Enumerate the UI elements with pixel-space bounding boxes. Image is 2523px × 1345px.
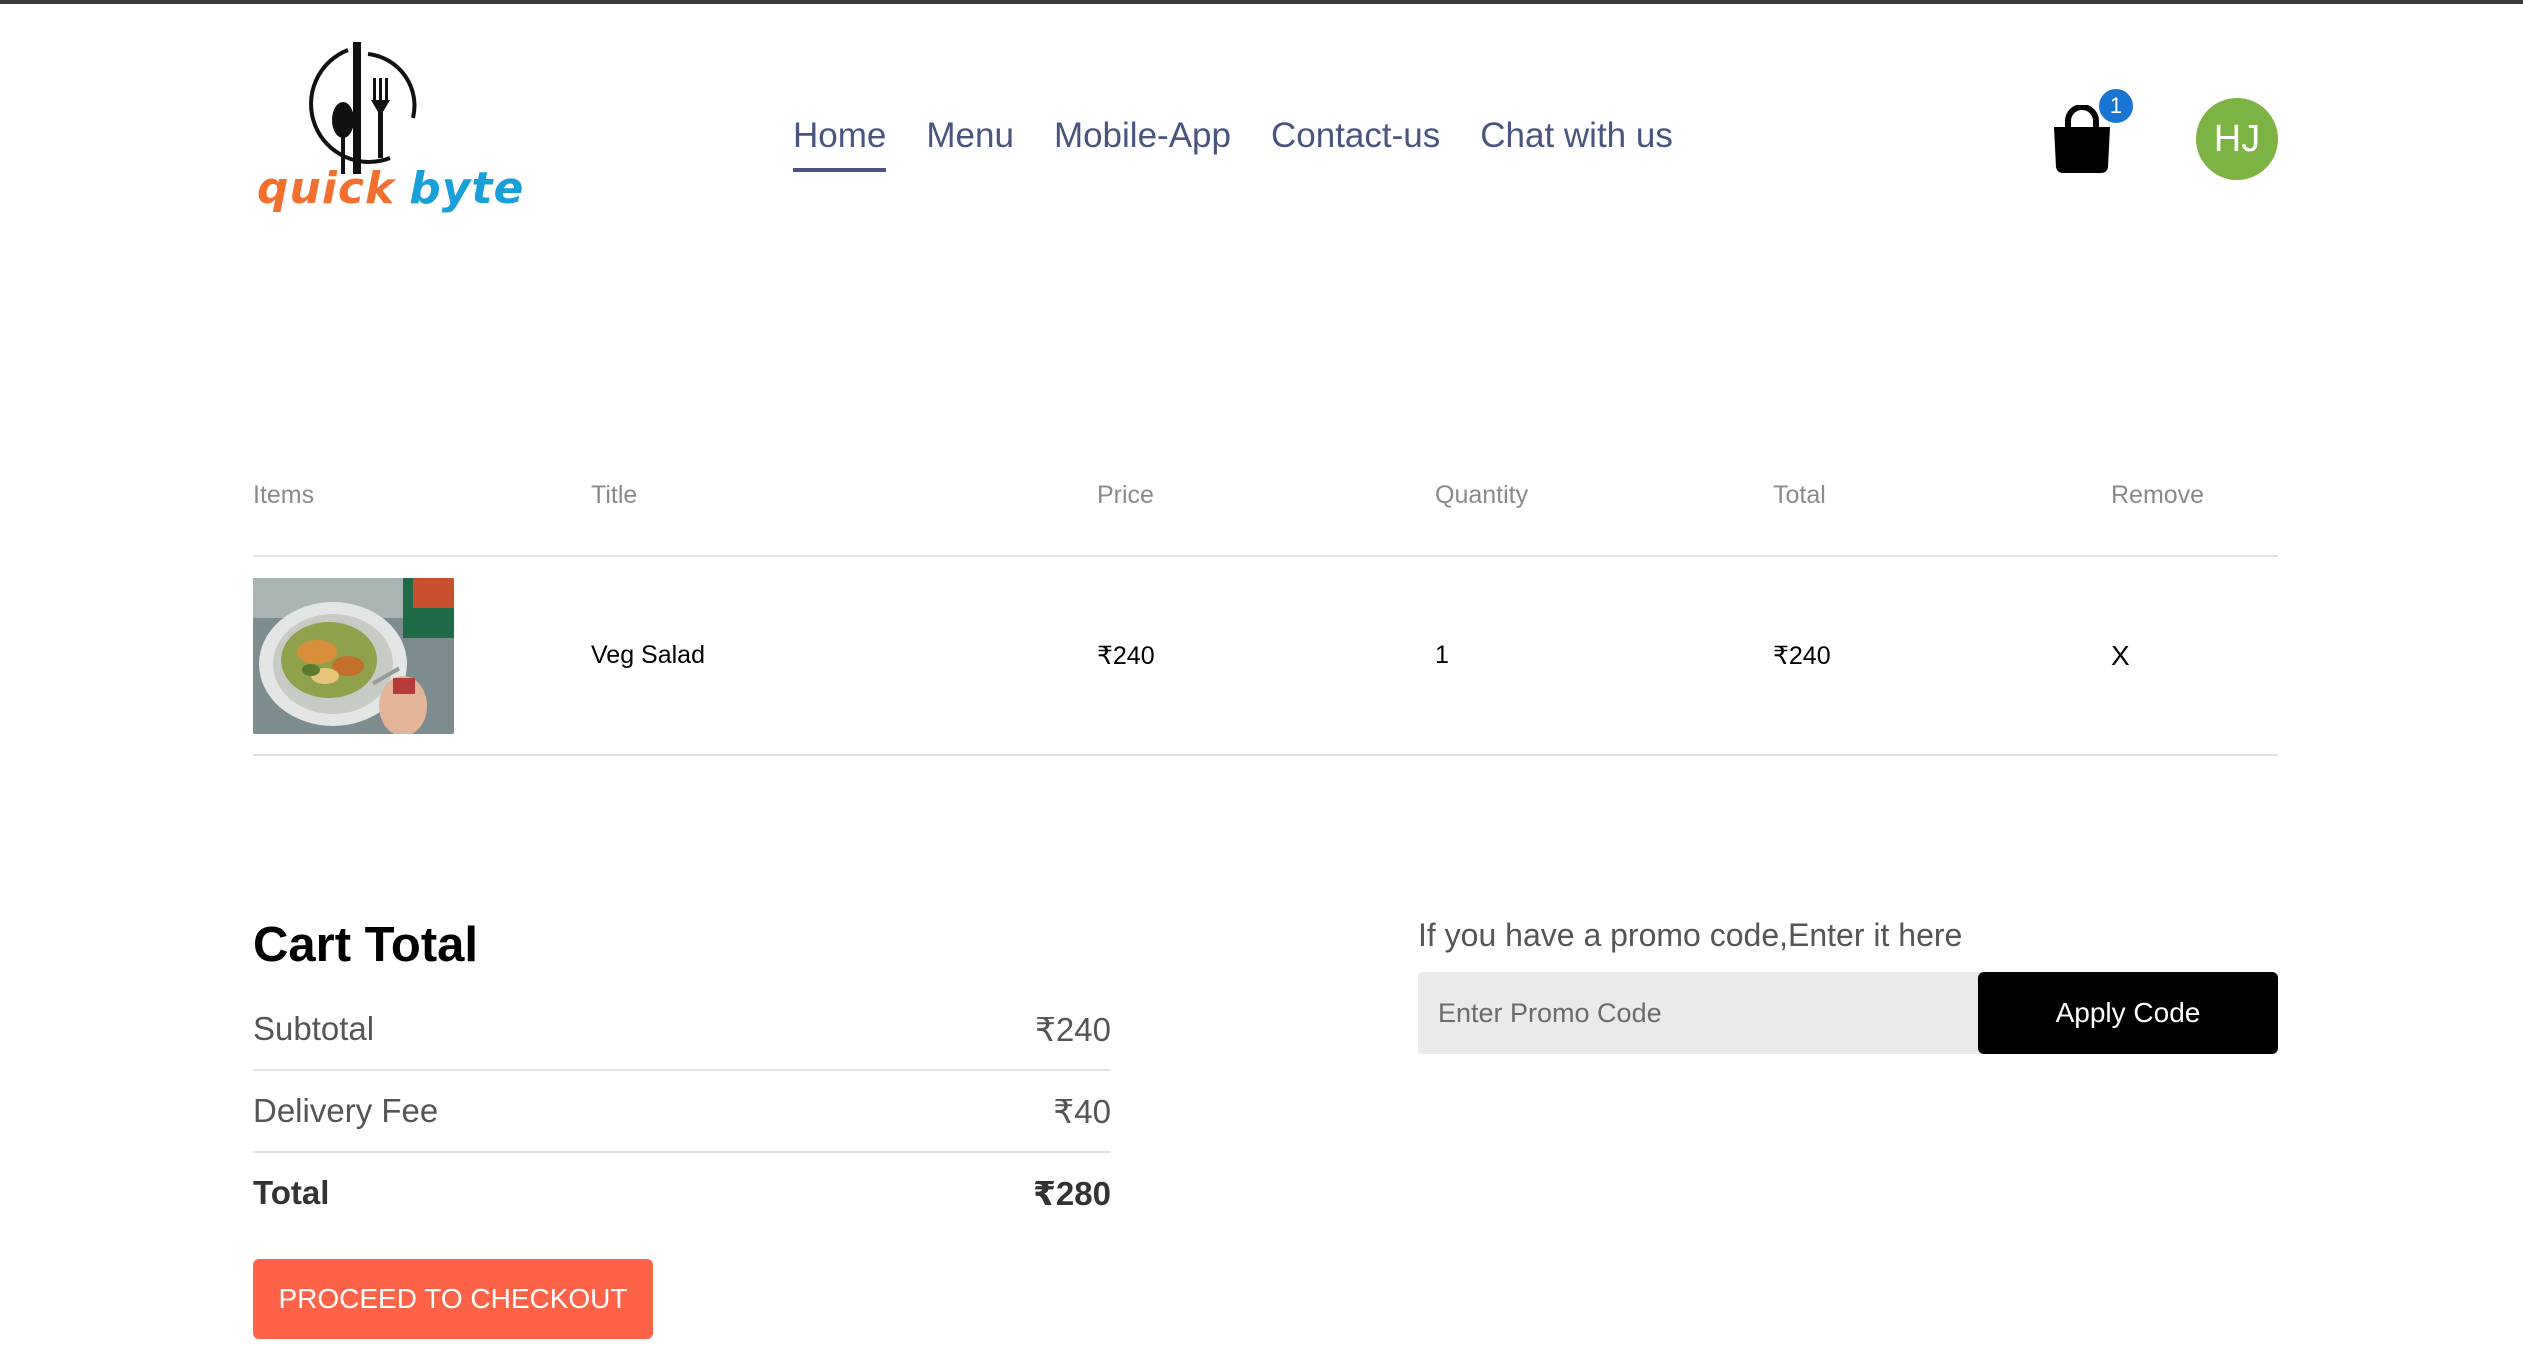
table-divider (253, 754, 2278, 756)
nav-contact-us[interactable]: Contact-us (1271, 112, 1440, 172)
delivery-fee-value: ₹40 (1053, 1092, 1111, 1130)
header-title: Title (591, 481, 638, 509)
plate-cutlery-icon (309, 42, 417, 174)
nav-home[interactable]: Home (793, 112, 887, 172)
proceed-to-checkout-button[interactable]: PROCEED TO CHECKOUT (253, 1259, 653, 1339)
header-price: Price (1097, 481, 1154, 509)
header-total: Total (1773, 481, 1826, 509)
quick-byte-logo[interactable]: quick byte (253, 38, 523, 238)
nav-menu[interactable]: Menu (926, 112, 1014, 172)
user-avatar[interactable]: HJ (2196, 98, 2278, 180)
promo-prompt: If you have a promo code,Enter it here (1418, 917, 1963, 953)
logo-wordmark: quick byte (257, 163, 523, 233)
subtotal-label: Subtotal (253, 1010, 375, 1047)
remove-item-button[interactable]: X (2111, 640, 2278, 672)
cart-count-badge: 1 (2096, 86, 2136, 126)
table-header-row: Items Title Price Quantity Total Remove (253, 475, 2278, 555)
promo-code-input[interactable] (1418, 972, 1978, 1054)
logo-word-quick: quick (257, 163, 396, 214)
item-total: ₹240 (1773, 641, 1831, 670)
total-label: Total (253, 1174, 330, 1211)
header-items: Items (253, 481, 315, 509)
promo-code-panel: If you have a promo code,Enter it here A… (1418, 910, 2278, 1054)
nav-mobile-app[interactable]: Mobile-App (1054, 112, 1231, 172)
logo-word-byte: byte (409, 163, 525, 214)
grand-total-row: Total ₹280 (253, 1153, 1111, 1233)
header-quantity: Quantity (1435, 481, 1529, 509)
apply-code-button[interactable]: Apply Code (1978, 972, 2278, 1054)
item-quantity: 1 (1435, 641, 1449, 669)
main-navbar: Home Menu Mobile-App Contact-us Chat wit… (793, 112, 1673, 172)
cart-items-table: Items Title Price Quantity Total Remove (253, 475, 2278, 756)
veg-salad-image (253, 577, 454, 734)
item-price: ₹240 (1097, 641, 1155, 670)
subtotal-row: Subtotal ₹240 (253, 989, 1111, 1069)
top-border (0, 0, 2523, 4)
header-remove: Remove (2111, 481, 2205, 509)
subtotal-value: ₹240 (1034, 1010, 1111, 1048)
nav-chat-with-us[interactable]: Chat with us (1480, 112, 1673, 172)
item-title: Veg Salad (591, 641, 705, 669)
table-row: Veg Salad ₹240 1 ₹240 X (253, 557, 2278, 754)
promo-input-group: Apply Code (1418, 972, 2278, 1054)
delivery-fee-row: Delivery Fee ₹40 (253, 1071, 1111, 1151)
total-value: ₹280 (1032, 1174, 1111, 1212)
delivery-fee-label: Delivery Fee (253, 1092, 439, 1129)
cart-total-heading: Cart Total (253, 918, 479, 972)
cart-total-panel: Cart Total Subtotal ₹240 Delivery Fee ₹4… (253, 915, 1111, 1339)
